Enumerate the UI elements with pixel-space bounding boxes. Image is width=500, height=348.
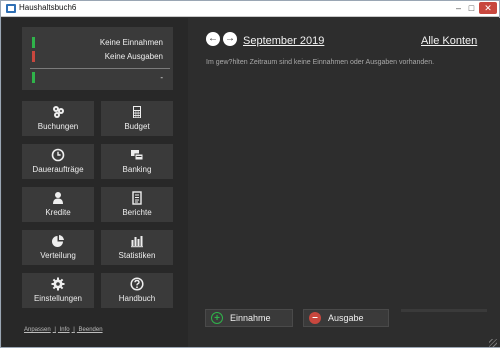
plus-icon: + <box>211 312 223 324</box>
nav-statistiken-button[interactable]: Statistiken <box>101 230 173 265</box>
accounts-selector[interactable]: Alle Konten <box>421 35 477 47</box>
title-bar: Haushaltsbuch6 – □ ✕ <box>1 1 499 17</box>
close-button[interactable]: ✕ <box>479 2 497 14</box>
pie-chart-icon <box>52 235 64 247</box>
summary-expenses-text: Keine Ausgaben <box>104 52 163 61</box>
help-icon <box>130 277 144 291</box>
resize-grip-icon[interactable] <box>489 339 497 347</box>
nav-verteilung-label: Verteilung <box>40 251 76 260</box>
summary-balance-row: - <box>22 69 173 86</box>
report-icon <box>132 191 142 205</box>
footer-separator: | <box>54 327 56 333</box>
nav-buchungen-label: Buchungen <box>37 122 79 131</box>
clock-icon <box>51 148 65 162</box>
nav-einstellungen-label: Einstellungen <box>33 294 83 303</box>
nav-statistiken-label: Statistiken <box>118 251 156 260</box>
bank-transfer-icon <box>131 150 144 161</box>
footer-link-beenden[interactable]: Beenden <box>79 327 103 333</box>
summary-expenses-row: Keine Ausgaben <box>22 48 173 65</box>
nav-dauerauftraege-button[interactable]: Daueraufträge <box>22 144 94 179</box>
summary-balance-text: - <box>160 73 163 82</box>
nav-budget-button[interactable]: Budget <box>101 101 173 136</box>
calculator-icon <box>133 106 141 118</box>
maximize-button[interactable]: □ <box>465 2 478 14</box>
expenses-indicator <box>32 51 35 62</box>
nav-kredite-label: Kredite <box>45 208 71 217</box>
nav-buchungen-button[interactable]: Buchungen <box>22 101 94 136</box>
income-indicator <box>32 37 35 48</box>
nav-banking-label: Banking <box>122 165 152 174</box>
summary-income-text: Keine Einnahmen <box>99 38 163 47</box>
minimize-button[interactable]: – <box>452 2 465 14</box>
app-icon <box>6 4 16 13</box>
nav-einstellungen-button[interactable]: Einstellungen <box>22 273 94 308</box>
add-income-button[interactable]: + Einnahme <box>205 309 293 327</box>
nav-berichte-button[interactable]: Berichte <box>101 187 173 222</box>
footer-link-info[interactable]: Info <box>60 327 70 333</box>
app-window: Haushaltsbuch6 – □ ✕ Keine Einnahmen Kei… <box>0 0 500 348</box>
footer-separator: | <box>73 327 75 333</box>
nav-kredite-button[interactable]: Kredite <box>22 187 94 222</box>
main-panel <box>188 18 500 347</box>
summary-panel: Keine Einnahmen Keine Ausgaben - <box>22 27 173 90</box>
empty-message: Im gew?hlten Zeitraum sind keine Einnahm… <box>206 59 435 66</box>
previous-period-button[interactable]: ← <box>206 32 220 46</box>
nav-budget-label: Budget <box>124 122 150 131</box>
action-bar-spacer <box>401 309 487 312</box>
add-expense-button[interactable]: – Ausgabe <box>303 309 389 327</box>
window-title: Haushaltsbuch6 <box>19 3 77 12</box>
period-selector[interactable]: September 2019 <box>243 35 324 47</box>
nav-handbuch-label: Handbuch <box>118 294 156 303</box>
add-expense-label: Ausgabe <box>328 313 364 323</box>
gear-icon <box>51 277 65 291</box>
bar-chart-icon <box>131 236 143 248</box>
coins-icon <box>53 106 64 118</box>
footer-links: Anpassen | Info | Beenden <box>24 327 105 333</box>
nav-banking-button[interactable]: Banking <box>101 144 173 179</box>
minus-icon: – <box>309 312 321 324</box>
nav-verteilung-button[interactable]: Verteilung <box>22 230 94 265</box>
add-income-label: Einnahme <box>230 313 271 323</box>
nav-berichte-label: Berichte <box>122 208 152 217</box>
nav-handbuch-button[interactable]: Handbuch <box>101 273 173 308</box>
person-icon <box>53 192 63 204</box>
next-period-button[interactable]: → <box>223 32 237 46</box>
footer-link-anpassen[interactable]: Anpassen <box>24 327 51 333</box>
nav-dauerauftraege-label: Daueraufträge <box>32 165 84 174</box>
balance-indicator <box>32 72 35 83</box>
